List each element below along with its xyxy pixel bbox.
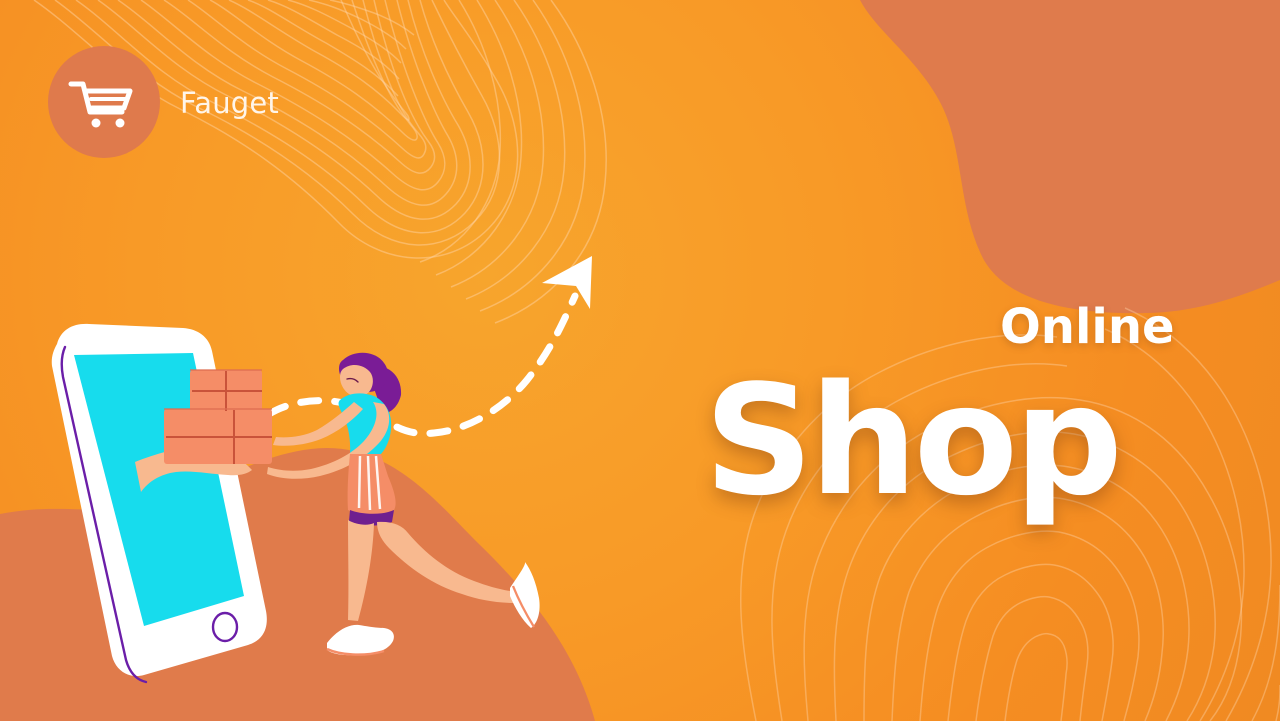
cart-icon bbox=[68, 81, 133, 128]
brand-logo bbox=[48, 46, 160, 158]
arrow-head-icon bbox=[542, 256, 592, 309]
top-right-blob bbox=[860, 0, 1280, 314]
banner: Fauget Online Shop bbox=[0, 0, 1280, 721]
brand-name: Fauget bbox=[180, 86, 279, 120]
headline-main: Shop bbox=[704, 352, 1123, 529]
headline-top: Online bbox=[1000, 299, 1175, 355]
dashed-path bbox=[265, 292, 579, 437]
